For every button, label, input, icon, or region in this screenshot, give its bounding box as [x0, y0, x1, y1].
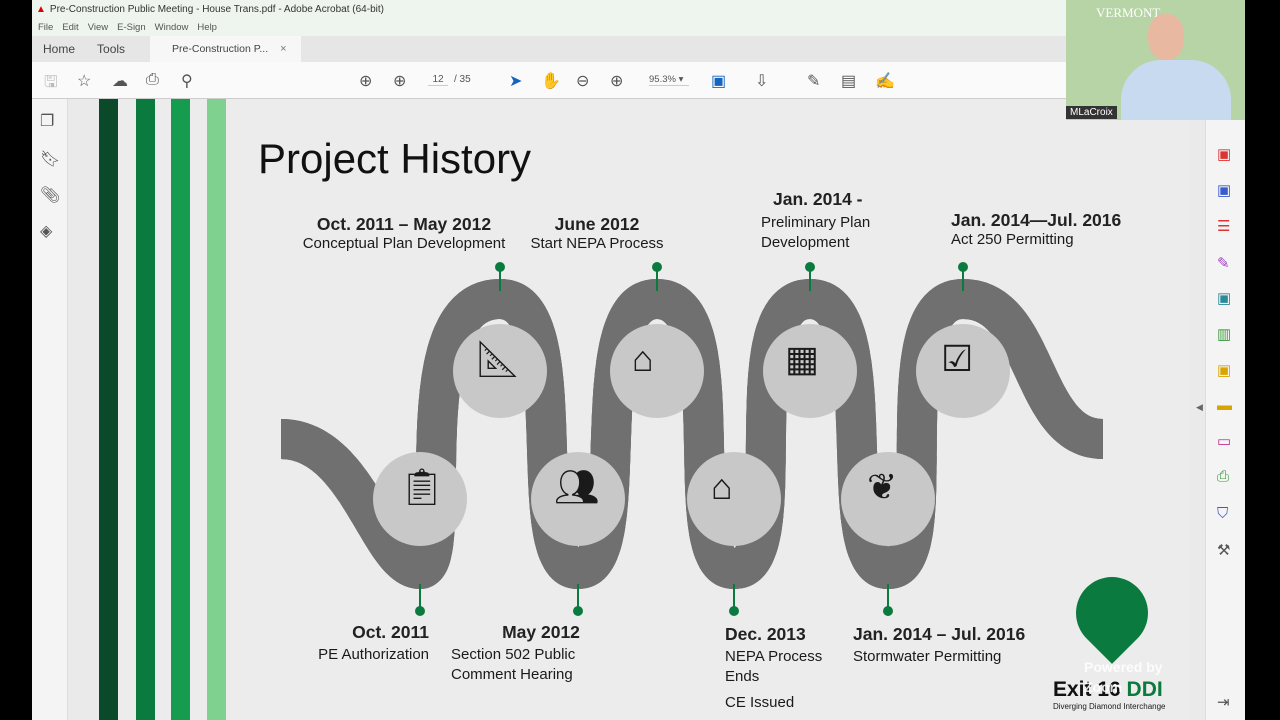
highlight-pen-icon[interactable]: ✎ [807, 71, 820, 91]
more-tools-icon[interactable]: ⚒ [1217, 541, 1230, 559]
certificate-clipboard-icon: 📋︎ [399, 466, 445, 507]
save-icon[interactable]: 🖫 [44, 71, 58, 98]
close-tab-icon[interactable]: × [280, 43, 286, 55]
fit-page-icon[interactable]: ▣ [711, 71, 726, 91]
zoom-watermark: Powered by Zoom [1084, 659, 1163, 695]
page-total: / 35 [454, 74, 471, 85]
scroll-mode-icon[interactable]: ⇩ [755, 71, 768, 91]
milestone: Jan. 2014—Jul. 2016 Act 250 Permitting [951, 210, 1122, 248]
document-area: Project History 📐︎ ⌂ ▦ ☑ 📋︎ 👥︎ ⌂ ❦ Oct. … [68, 99, 1220, 720]
comment-tool-icon[interactable]: ▬ [1217, 397, 1232, 414]
upload-cloud-icon[interactable]: ☁ [112, 71, 128, 91]
topographic-map-icon: ▦ [785, 338, 820, 379]
vermont-logo: VERMONT [1096, 5, 1161, 20]
left-rail: ❐ 🔖︎ 📎︎ ◈ ◀ [32, 99, 77, 720]
video-thumbnail[interactable]: VERMONT MLaCroix [1066, 0, 1245, 120]
right-rail: ▣ ▣ ☰ ✎ ▣ ▥ ▣ ▬ ▭ ⎙ ⛉ ⚒ ⇥ [1205, 99, 1245, 720]
tab-home[interactable]: Home [32, 36, 86, 62]
print-icon[interactable]: ⎙ [146, 71, 159, 89]
zoom-level-select[interactable]: 95.3% ▾ [649, 74, 689, 86]
tab-document[interactable]: Pre-Construction P... × [150, 36, 301, 62]
menu-help[interactable]: Help [197, 22, 217, 33]
window-title: Pre-Construction Public Meeting - House … [49, 3, 384, 15]
collapse-right-icon[interactable]: ◀ [1196, 402, 1203, 413]
menu-bar: File Edit View E-Sign Window Help [32, 18, 1245, 36]
menu-esign[interactable]: E-Sign [117, 22, 146, 33]
person-head [1148, 14, 1184, 60]
comment-icon[interactable]: ▤ [841, 71, 856, 91]
milestone: June 2012 Start NEPA Process [530, 214, 664, 252]
milestone: Oct. 2011 – May 2012 Conceptual Plan Deve… [302, 214, 506, 252]
sign-icon[interactable]: ✍ [875, 71, 895, 91]
expand-panel-icon[interactable]: ⇥ [1217, 693, 1230, 711]
create-pdf-icon[interactable]: ▣ [1217, 145, 1231, 163]
page-number-input[interactable]: 12 [428, 74, 448, 86]
zoom-in-icon[interactable]: ⊕ [610, 71, 623, 91]
star-icon[interactable]: ☆ [77, 71, 91, 91]
pdf-icon: ▲ [36, 3, 46, 15]
select-arrow-icon[interactable]: ➤ [509, 71, 522, 91]
export-pdf-icon[interactable]: ▣ [1217, 181, 1231, 199]
hand-tool-icon[interactable]: ✋ [541, 71, 561, 91]
milestone: Jan. 2014 - Preliminary Plan Development [761, 189, 871, 251]
house-plan-icon: ⌂ [711, 466, 733, 507]
edit-pdf-icon[interactable]: ▥ [1217, 325, 1231, 343]
attachment-icon[interactable]: 📎︎ [40, 185, 60, 205]
menu-window[interactable]: Window [155, 22, 189, 33]
person-body [1121, 60, 1231, 120]
checklist-icon: ☑ [941, 338, 974, 379]
pages-icon[interactable]: ❐ [40, 111, 54, 131]
organize-pages-icon[interactable]: ☰ [1217, 217, 1230, 235]
combine-files-icon[interactable]: ▣ [1217, 289, 1231, 307]
meeting-icon: 👥︎ [554, 466, 600, 507]
milestone: Jan. 2014 – Jul. 2016 Stormwater Permitti… [853, 624, 1026, 665]
water-splash-icon: ❦ [867, 466, 898, 507]
title-bar: ▲ Pre-Construction Public Meeting - Hous… [32, 0, 1245, 18]
next-page-icon[interactable]: ⊕ [393, 71, 406, 91]
bookmark-icon[interactable]: 🔖︎ [40, 149, 60, 169]
milestone: May 2012 Section 502 Public Comment Heari… [451, 622, 580, 683]
milestone: Oct. 2011 PE Authorization [318, 622, 429, 663]
zoom-out-icon[interactable]: ⊖ [576, 71, 589, 91]
print-production-icon[interactable]: ⎙ [1217, 468, 1229, 485]
menu-file[interactable]: File [38, 22, 53, 33]
layers-icon[interactable]: ◈ [40, 221, 52, 241]
tab-bar: Home Tools Pre-Construction P... × [32, 36, 1245, 62]
measure-icon[interactable]: ▭ [1217, 432, 1231, 450]
tab-tools[interactable]: Tools [86, 36, 136, 62]
toolbar: 🖫 ☆ ☁ ⎙ ⚲ ⊕ ⊕ 12 / 35 ➤ ✋ ⊖ ⊕ 95.3% ▾ ▣ … [32, 62, 1245, 99]
house-plan-icon: ⌂ [632, 338, 654, 379]
previous-page-icon[interactable]: ⊕ [359, 71, 372, 91]
protect-icon[interactable]: ⛉ [1217, 505, 1228, 522]
slide: Project History 📐︎ ⌂ ▦ ☑ 📋︎ 👥︎ ⌂ ❦ Oct. … [99, 99, 1189, 720]
menu-edit[interactable]: Edit [62, 22, 78, 33]
send-for-review-icon[interactable]: ▣ [1217, 361, 1231, 379]
participant-name: MLaCroix [1066, 106, 1117, 119]
fill-sign-icon[interactable]: ✎ [1217, 254, 1230, 272]
blueprint-pencil-icon: 📐︎ [475, 338, 521, 379]
menu-view[interactable]: View [88, 22, 108, 33]
logo-subtitle: Diverging Diamond Interchange [1053, 702, 1166, 711]
acrobat-window: ▲ Pre-Construction Public Meeting - Hous… [32, 0, 1245, 720]
milestone: Dec. 2013 NEPA Process Ends CE Issued [725, 624, 823, 711]
zoom-level: 95.3% [649, 74, 676, 85]
tab-document-label: Pre-Construction P... [172, 43, 269, 55]
search-icon[interactable]: ⚲ [181, 71, 193, 91]
